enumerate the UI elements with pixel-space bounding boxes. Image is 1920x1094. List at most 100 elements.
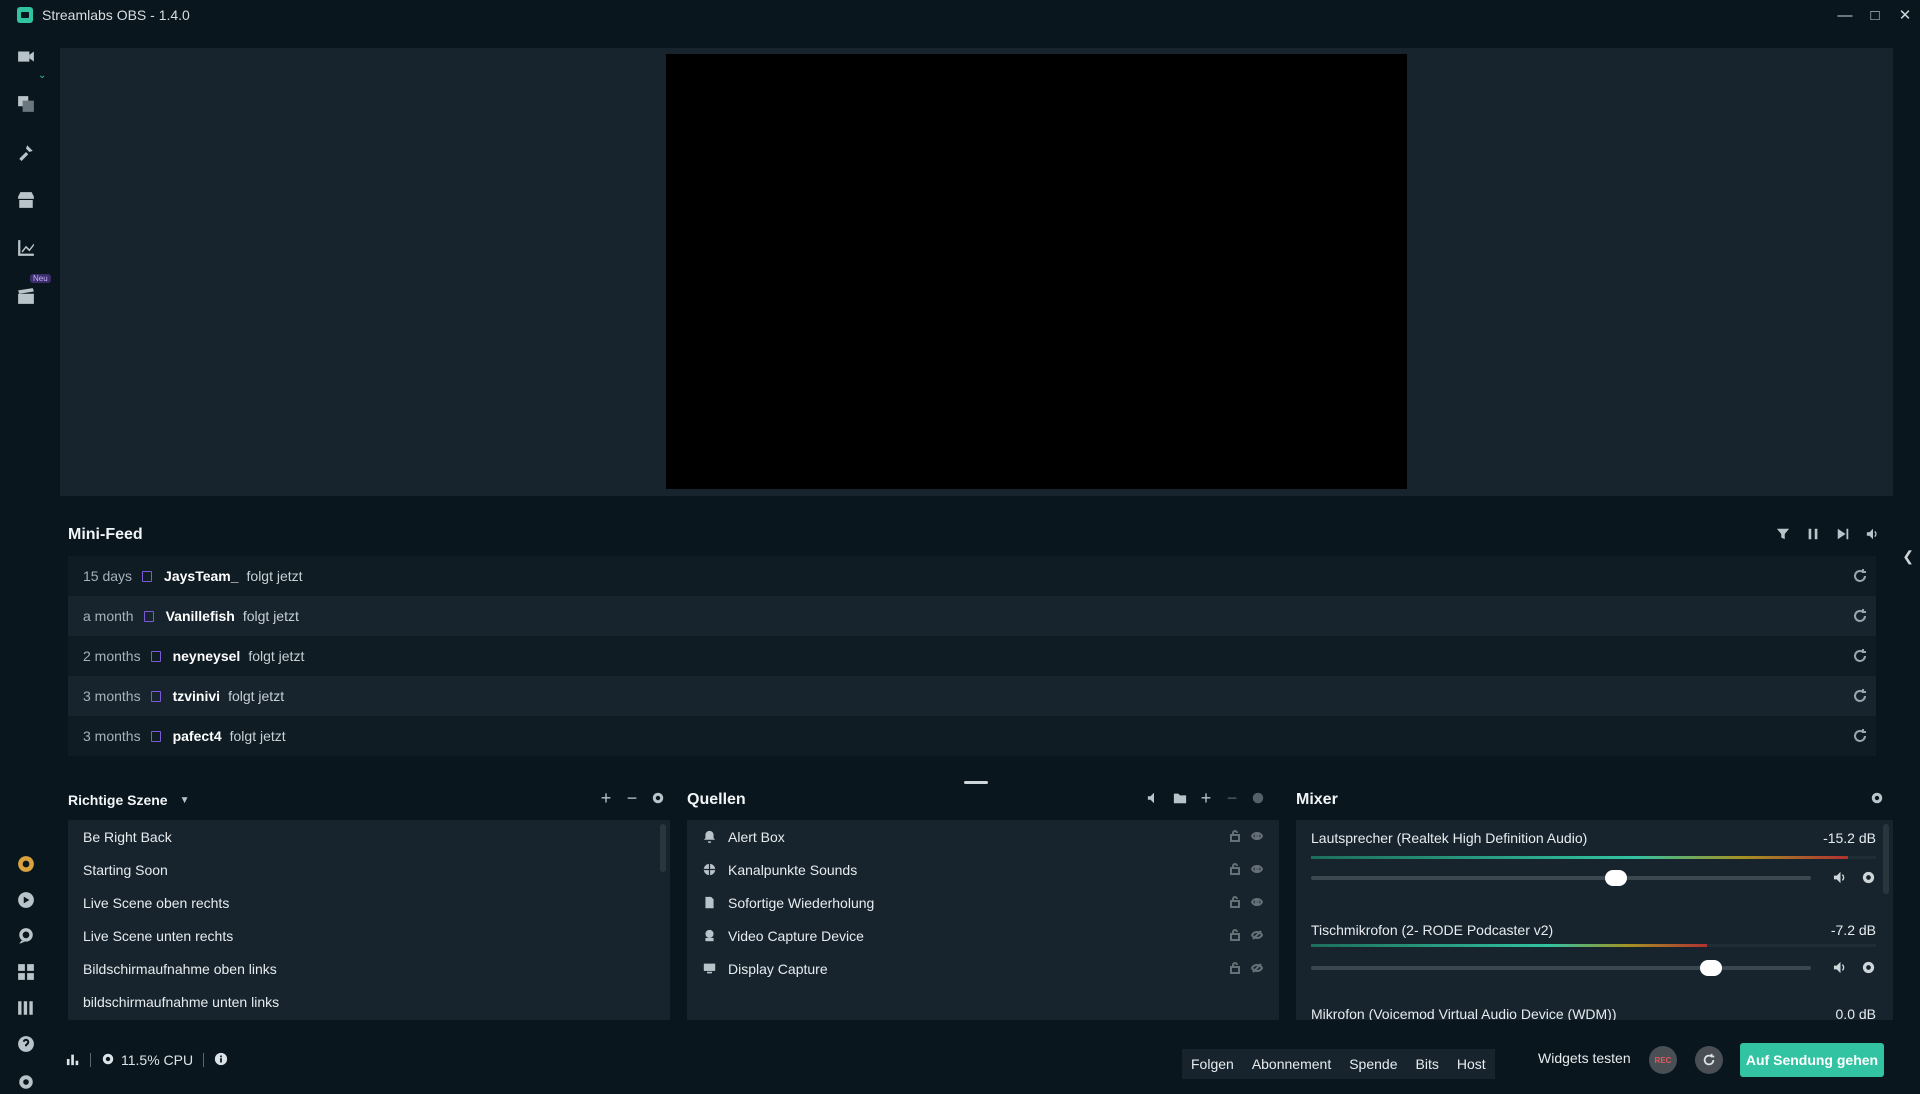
mute-icon[interactable] xyxy=(1833,960,1849,976)
source-item[interactable]: Kanalpunkte Sounds xyxy=(687,853,1279,886)
visibility-icon[interactable] xyxy=(1251,863,1263,875)
minimize-icon[interactable]: — xyxy=(1830,0,1860,30)
volume-slider-handle[interactable] xyxy=(1700,960,1722,976)
scene-collection-selector[interactable]: Richtige Szene ▼ xyxy=(68,790,190,810)
replay-alert-icon[interactable] xyxy=(1852,688,1868,704)
twitch-icon xyxy=(143,610,154,622)
source-actions xyxy=(1229,863,1263,875)
analytics-icon[interactable] xyxy=(14,236,38,260)
replay-alert-icon[interactable] xyxy=(1852,568,1868,584)
scene-item[interactable]: Live Scene oben rechts xyxy=(68,886,670,919)
media-share-icon[interactable] xyxy=(14,888,38,912)
replay-alert-icon[interactable] xyxy=(1852,608,1868,624)
scene-item[interactable]: Bildschirmaufnahme oben links xyxy=(68,952,670,985)
close-icon[interactable]: ✕ xyxy=(1890,0,1920,30)
source-actions xyxy=(1229,896,1263,908)
add-folder-icon[interactable] xyxy=(1172,790,1188,806)
pause-icon[interactable] xyxy=(1805,526,1821,542)
channel-settings-icon[interactable] xyxy=(1861,960,1877,976)
feed-event-user: tzvinivi xyxy=(172,688,221,704)
visibility-off-icon[interactable] xyxy=(1251,962,1263,974)
feed-event: 15 days JaysTeam_ folgt jetzt xyxy=(68,556,1876,596)
go-live-button[interactable]: Auf Sendung gehen xyxy=(1740,1043,1884,1077)
scene-item[interactable]: bildschirmaufnahme unten links xyxy=(68,985,670,1018)
scene-item[interactable]: Live Scene unten rechts xyxy=(68,919,670,952)
new-badge: Neu xyxy=(30,274,51,283)
feed-event-user: JaysTeam_ xyxy=(164,568,239,584)
skip-icon[interactable] xyxy=(1835,526,1851,542)
volume-slider-handle[interactable] xyxy=(1605,870,1627,886)
volume-slider[interactable] xyxy=(1311,870,1811,886)
chat-icon[interactable] xyxy=(14,924,38,948)
volume-icon[interactable] xyxy=(1865,526,1881,542)
visibility-icon[interactable] xyxy=(1251,830,1263,842)
test-widget-tabs: Folgen Abonnement Spende Bits Host xyxy=(1182,1049,1495,1079)
test-host-button[interactable]: Host xyxy=(1447,1049,1495,1079)
prime-icon[interactable] xyxy=(14,852,38,876)
lock-icon[interactable] xyxy=(1229,929,1241,941)
store-icon[interactable] xyxy=(14,188,38,212)
source-volume-icon[interactable] xyxy=(1146,790,1162,806)
channel-settings-icon[interactable] xyxy=(1861,870,1877,886)
stream-preview-canvas[interactable] xyxy=(666,54,1407,489)
feed-event-action: folgt jetzt xyxy=(246,568,303,584)
feed-event: a month Vanillefish folgt jetzt xyxy=(68,596,1876,636)
add-source-icon[interactable]: + xyxy=(1198,788,1214,808)
channel-name: Tischmikrofon (2- RODE Podcaster v2) xyxy=(1311,922,1554,938)
feed-event-time: 3 months xyxy=(83,728,141,744)
camera-icon xyxy=(702,929,716,943)
visibility-icon[interactable] xyxy=(1251,896,1263,908)
lock-icon[interactable] xyxy=(1229,896,1241,908)
source-item[interactable]: Video Capture Device xyxy=(687,919,1279,952)
themes-icon[interactable] xyxy=(14,140,38,164)
stats-icon[interactable] xyxy=(66,1052,80,1069)
source-item[interactable]: Sofortige Wiederholung xyxy=(687,886,1279,919)
replay-alert-icon[interactable] xyxy=(1852,648,1868,664)
feed-event-action: folgt jetzt xyxy=(242,608,299,624)
mixer-channel: Tischmikrofon (2- RODE Podcaster v2) -7.… xyxy=(1311,922,1876,1002)
replay-buffer-icon[interactable] xyxy=(1695,1046,1723,1074)
volume-slider[interactable] xyxy=(1311,960,1811,976)
add-scene-icon[interactable]: + xyxy=(598,788,614,808)
lock-icon[interactable] xyxy=(1229,830,1241,842)
test-bits-button[interactable]: Bits xyxy=(1406,1049,1448,1079)
test-subscription-button[interactable]: Abonnement xyxy=(1242,1049,1341,1079)
file-icon xyxy=(702,896,716,910)
filter-icon[interactable] xyxy=(1775,526,1791,542)
mixer-settings-icon[interactable] xyxy=(1869,790,1885,806)
twitch-icon xyxy=(150,690,161,702)
remove-source-icon[interactable]: − xyxy=(1224,788,1240,808)
sources-toolbar: + − xyxy=(1146,788,1266,808)
help-icon[interactable] xyxy=(14,1032,38,1056)
highlighter-icon[interactable] xyxy=(14,284,38,308)
layout-icon[interactable] xyxy=(14,960,38,984)
scene-list-scrollbar[interactable] xyxy=(660,824,666,872)
settings-icon[interactable] xyxy=(14,1070,38,1094)
volume-meter xyxy=(1311,944,1876,947)
replay-alert-icon[interactable] xyxy=(1852,728,1868,744)
mute-icon[interactable] xyxy=(1833,870,1849,886)
chevron-left-icon[interactable]: ❮ xyxy=(1902,548,1914,565)
source-item[interactable]: Alert Box xyxy=(687,820,1279,853)
lock-icon[interactable] xyxy=(1229,863,1241,875)
maximize-icon[interactable]: □ xyxy=(1860,0,1890,30)
mixer-scrollbar[interactable] xyxy=(1883,824,1889,894)
test-follow-button[interactable]: Folgen xyxy=(1182,1049,1243,1079)
remove-scene-icon[interactable]: − xyxy=(624,788,640,808)
scenes-panel: Richtige Szene ▼ + − Be Right Back Start… xyxy=(60,780,670,1020)
visibility-off-icon[interactable] xyxy=(1251,929,1263,941)
source-settings-icon[interactable] xyxy=(1250,790,1266,806)
stream-preview-area xyxy=(60,48,1893,496)
layers-icon[interactable] xyxy=(14,92,38,116)
lock-icon[interactable] xyxy=(1229,962,1241,974)
editor-icon[interactable] xyxy=(14,44,38,68)
test-donation-button[interactable]: Spende xyxy=(1340,1049,1407,1079)
source-item[interactable]: Display Capture xyxy=(687,952,1279,985)
test-widgets-button[interactable]: Widgets testen xyxy=(1538,1050,1631,1066)
scene-item[interactable]: Starting Soon xyxy=(68,853,670,886)
scene-item[interactable]: Be Right Back xyxy=(68,820,670,853)
info-icon[interactable] xyxy=(214,1052,228,1069)
scene-settings-icon[interactable] xyxy=(650,790,666,806)
record-button[interactable]: REC xyxy=(1649,1046,1677,1074)
studio-mode-icon[interactable] xyxy=(14,996,38,1020)
